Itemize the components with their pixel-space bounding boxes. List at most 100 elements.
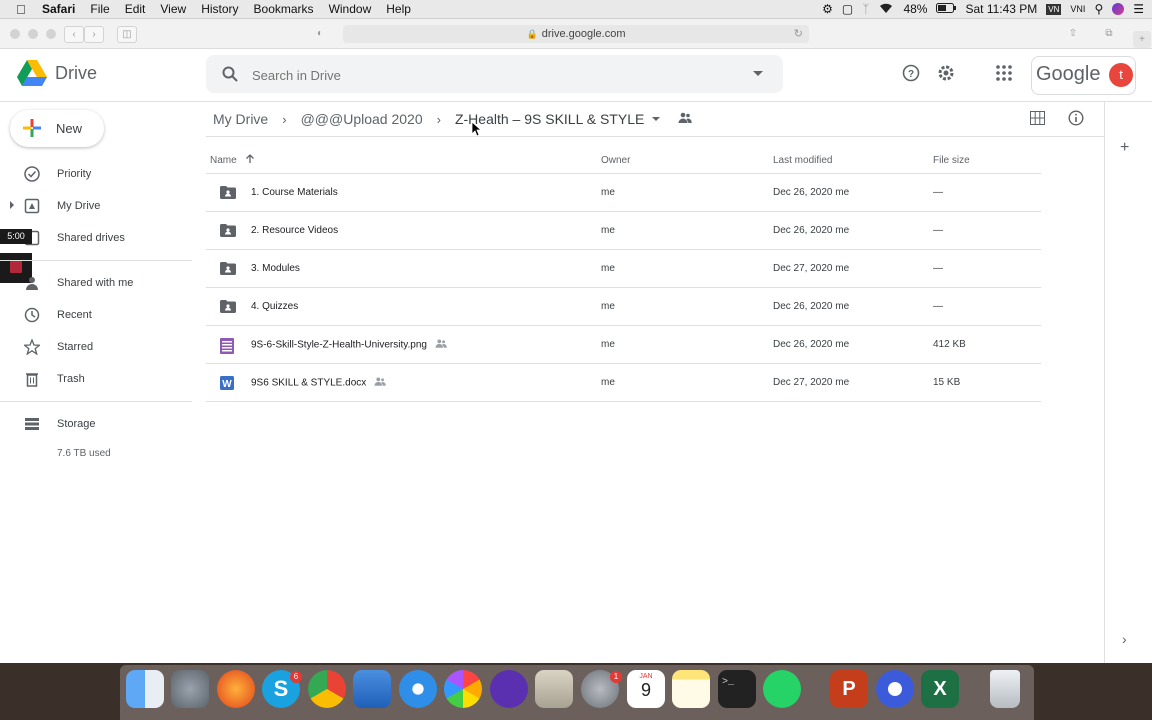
battery-icon[interactable] xyxy=(936,2,957,16)
photos-icon[interactable] xyxy=(444,670,482,708)
file-name-cell[interactable]: 4. Quizzes xyxy=(206,287,601,326)
app-gear-blue-icon[interactable] xyxy=(876,670,914,708)
menu-history[interactable]: History xyxy=(201,2,238,16)
table-row[interactable]: 4. Quizzes me Dec 26, 2020 me — xyxy=(206,287,1041,326)
search-icon[interactable] xyxy=(222,66,238,87)
calendar-icon[interactable]: JAN 9 xyxy=(627,670,665,708)
menu-edit[interactable]: Edit xyxy=(125,2,146,16)
close-window-button[interactable] xyxy=(10,29,20,39)
menu-bookmarks[interactable]: Bookmarks xyxy=(254,2,314,16)
powerpoint-icon[interactable]: P xyxy=(830,670,868,708)
last-modified-cell: Dec 26, 2020 me xyxy=(773,173,933,212)
mouse-pointer-icon xyxy=(471,121,483,142)
mail-icon[interactable] xyxy=(353,670,391,708)
spotlight-icon[interactable]: ⚲ xyxy=(1094,2,1103,16)
file-name-cell[interactable]: 2. Resource Videos xyxy=(206,211,601,250)
terminal-icon[interactable]: >_ xyxy=(718,670,756,708)
finder-icon[interactable] xyxy=(126,670,164,708)
clock[interactable]: Sat 11:43 PM xyxy=(965,2,1037,16)
safari-compass-icon[interactable] xyxy=(399,670,437,708)
new-tab-button[interactable]: + xyxy=(1133,31,1151,48)
battery-percent[interactable]: 48% xyxy=(903,2,927,16)
menu-app-safari[interactable]: Safari xyxy=(42,2,75,16)
table-row[interactable]: 2. Resource Videos me Dec 26, 2020 me — xyxy=(206,211,1041,250)
wifi-icon[interactable] xyxy=(878,2,894,17)
apple-menu-icon[interactable]:  xyxy=(16,2,30,17)
svg-text:W: W xyxy=(222,379,232,390)
forward-button[interactable]: › xyxy=(84,26,104,43)
drive-logo-icon[interactable] xyxy=(17,60,47,92)
minimize-window-button[interactable] xyxy=(28,29,38,39)
search-options-dropdown-icon[interactable] xyxy=(753,71,763,76)
folder-menu-dropdown-icon[interactable] xyxy=(652,117,661,121)
google-account-button[interactable]: Google t xyxy=(1031,56,1136,95)
search-bar[interactable] xyxy=(206,55,783,93)
table-row[interactable]: 3. Modules me Dec 27, 2020 me — xyxy=(206,249,1041,288)
file-name-cell[interactable]: 1. Course Materials xyxy=(206,173,601,212)
reader-shield-icon[interactable]: ◐ xyxy=(311,26,329,41)
menu-help[interactable]: Help xyxy=(386,2,411,16)
column-header-last-modified[interactable]: Last modified xyxy=(773,148,933,174)
sidebar-toggle-icon[interactable]: ◫ xyxy=(117,26,137,43)
table-row[interactable]: 1. Course Materials me Dec 26, 2020 me — xyxy=(206,173,1041,212)
siri-icon[interactable] xyxy=(1112,3,1125,15)
tabs-overview-icon[interactable]: ⧉ xyxy=(1100,26,1118,41)
address-bar[interactable]: 🔒 drive.google.com ↻ xyxy=(343,25,809,43)
column-header-owner[interactable]: Owner xyxy=(601,148,773,174)
menu-file[interactable]: File xyxy=(90,2,109,16)
add-addon-plus-icon[interactable]: + xyxy=(1120,139,1129,157)
sidebar-item-storage[interactable]: Storage xyxy=(0,411,192,437)
table-row[interactable]: 9S-6-Skill-Style-Z-Health-University.png… xyxy=(206,325,1041,364)
file-name-cell[interactable]: 3. Modules xyxy=(206,249,601,288)
sidebar-item-trash[interactable]: Trash xyxy=(0,366,192,392)
menu-view[interactable]: View xyxy=(160,2,186,16)
file-name-cell[interactable]: W 9S6 SKILL & STYLE.docx xyxy=(206,363,601,402)
whatsapp-icon[interactable] xyxy=(763,670,801,708)
side-panel-expand-icon[interactable]: › xyxy=(1122,631,1127,647)
file-name-cell[interactable]: 9S-6-Skill-Style-Z-Health-University.png xyxy=(206,325,601,364)
sidebar-item-priority[interactable]: Priority xyxy=(0,161,192,187)
input-source-icon[interactable]: VN xyxy=(1046,3,1062,15)
drive-product-name[interactable]: Drive xyxy=(55,63,97,84)
sidebar-item-starred[interactable]: Starred xyxy=(0,334,192,360)
table-row[interactable]: W 9S6 SKILL & STYLE.docx me Dec 27, 2020 me… xyxy=(206,363,1041,402)
search-input[interactable] xyxy=(250,64,724,86)
notification-center-icon[interactable]: ☰ xyxy=(1133,2,1144,16)
podcasts-icon[interactable] xyxy=(490,670,528,708)
trash-bin-icon[interactable] xyxy=(990,670,1020,708)
sidebar-item-recent[interactable]: Recent xyxy=(0,302,192,328)
brightness-icon[interactable]: ⚙ xyxy=(822,2,833,16)
sidebar-item-my-drive[interactable]: My Drive xyxy=(0,193,192,219)
launchpad-icon[interactable] xyxy=(171,670,209,708)
shared-folder-people-icon[interactable] xyxy=(678,111,692,127)
apps-grid-icon[interactable] xyxy=(995,64,1015,84)
share-icon[interactable]: ⇧ xyxy=(1064,26,1082,41)
column-header-name[interactable]: Name xyxy=(206,148,601,174)
sort-ascending-arrow-icon[interactable] xyxy=(245,154,255,167)
new-button[interactable]: New xyxy=(10,110,104,147)
file-size-cell: 412 KB xyxy=(933,325,1041,364)
grid-view-icon[interactable] xyxy=(1030,111,1045,130)
zoom-window-button[interactable] xyxy=(46,29,56,39)
firefox-icon[interactable] xyxy=(217,670,255,708)
breadcrumb-current-folder[interactable]: Z-Health – 9S SKILL & STYLE xyxy=(455,111,644,127)
menu-window[interactable]: Window xyxy=(329,2,372,16)
sidebar-item-shared-with-me[interactable]: Shared with me xyxy=(0,270,192,296)
breadcrumb-my-drive[interactable]: My Drive xyxy=(213,111,268,127)
account-avatar[interactable]: t xyxy=(1109,63,1133,87)
info-icon[interactable] xyxy=(1068,110,1084,131)
bluetooth-icon[interactable]: ᛉ xyxy=(862,2,869,16)
reload-icon[interactable]: ↻ xyxy=(794,25,803,43)
breadcrumb-upload-2020[interactable]: @@@Upload 2020 xyxy=(301,111,423,127)
expand-caret-icon[interactable] xyxy=(10,201,14,209)
chrome-icon[interactable] xyxy=(308,670,346,708)
calculator-icon[interactable] xyxy=(535,670,573,708)
input-source-label[interactable]: VNI xyxy=(1070,4,1085,14)
settings-gear-icon[interactable] xyxy=(937,64,957,84)
column-header-file-size[interactable]: File size xyxy=(933,148,1041,174)
back-button[interactable]: ‹ xyxy=(64,26,84,43)
help-icon[interactable]: ? xyxy=(902,64,922,84)
screen-icon[interactable]: ▢ xyxy=(842,2,853,16)
notes-icon[interactable] xyxy=(672,670,710,708)
excel-icon[interactable]: X xyxy=(921,670,959,708)
